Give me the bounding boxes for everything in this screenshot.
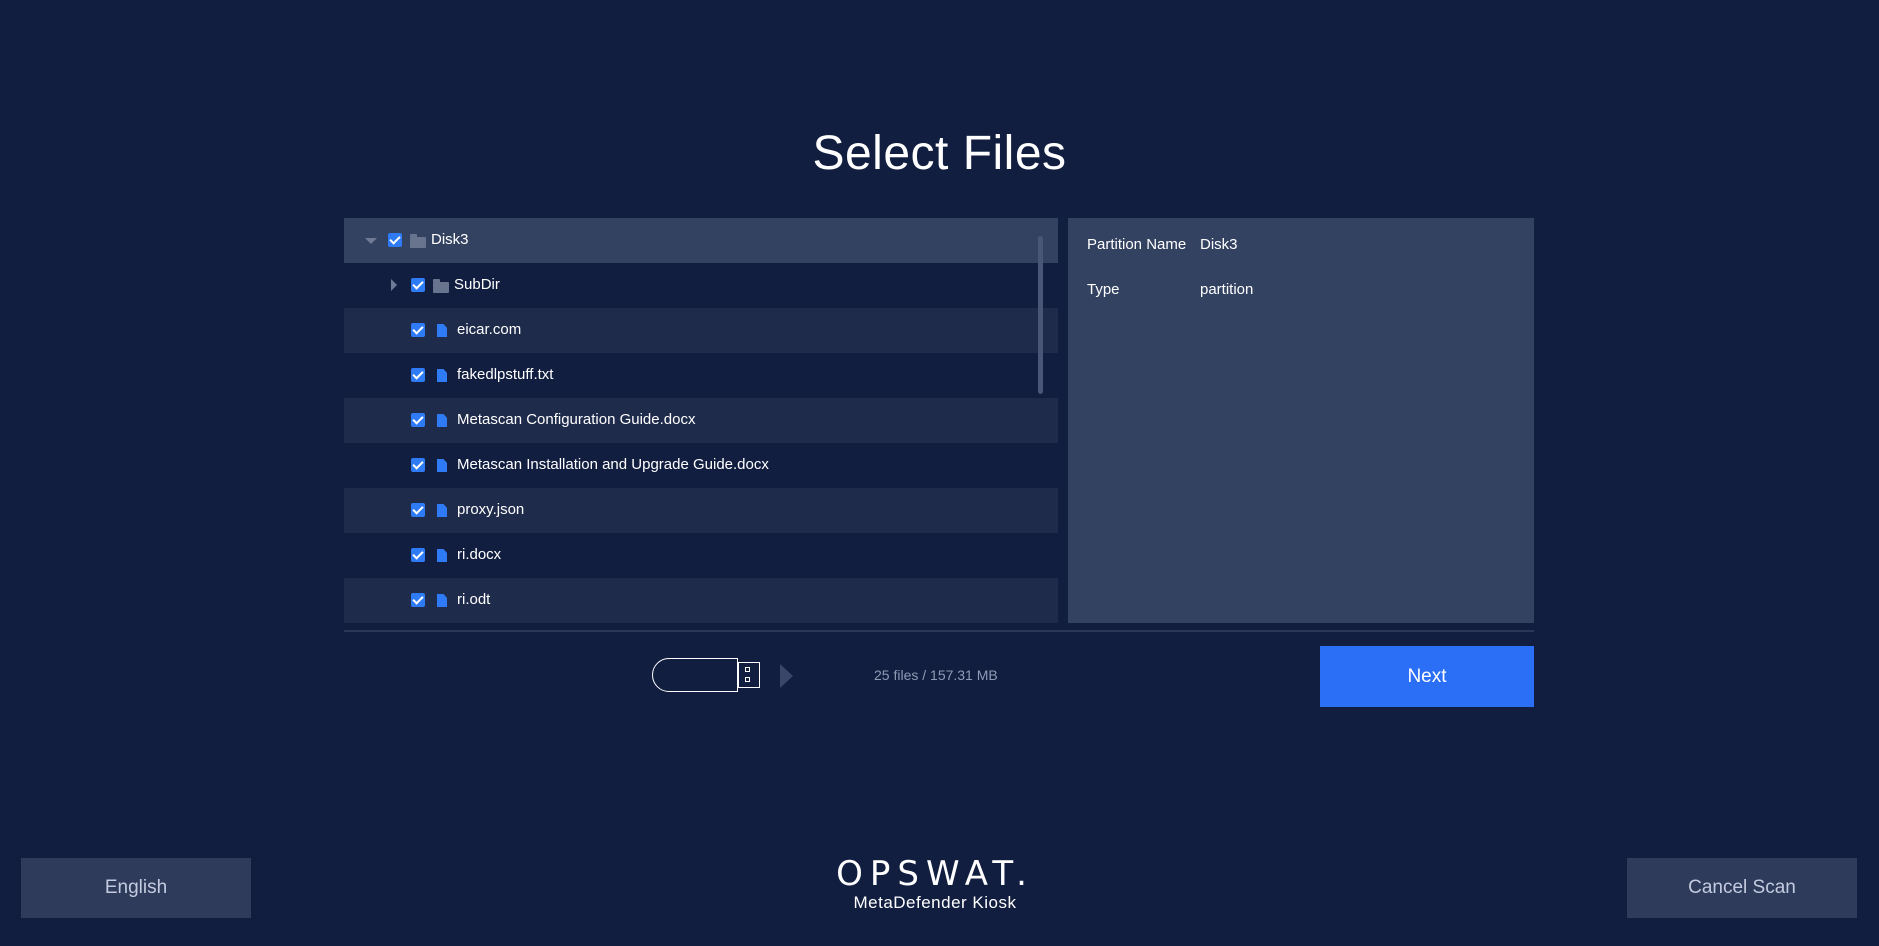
page-title: Select Files xyxy=(812,127,1067,180)
detail-value: Disk3 xyxy=(1200,236,1238,253)
file-count-summary: 25 files / 157.31 MB xyxy=(874,667,998,683)
checkbox-checked-icon[interactable] xyxy=(411,368,425,382)
detail-type: Type partition xyxy=(1087,281,1253,298)
checkbox-checked-icon[interactable] xyxy=(411,323,425,337)
tree-item-label: SubDir xyxy=(454,276,500,293)
caret-right-icon[interactable] xyxy=(391,279,397,291)
tree-item-label: ri.docx xyxy=(457,546,502,563)
tree-item-file[interactable]: ri.docx xyxy=(344,533,1058,578)
next-button[interactable]: Next xyxy=(1320,646,1534,707)
tree-item-disk3[interactable]: Disk3 xyxy=(344,218,1058,263)
tree-item-label: ri.odt xyxy=(457,591,491,608)
tree-item-label: proxy.json xyxy=(457,501,525,518)
file-icon xyxy=(437,369,447,382)
checkbox-checked-icon[interactable] xyxy=(411,593,425,607)
tree-item-file[interactable]: Metascan Installation and Upgrade Guide.… xyxy=(344,443,1058,488)
checkbox-checked-icon[interactable] xyxy=(411,503,425,517)
file-icon xyxy=(437,459,447,472)
tree-item-label: fakedlpstuff.txt xyxy=(457,366,554,383)
file-icon xyxy=(437,549,447,562)
cancel-scan-button[interactable]: Cancel Scan xyxy=(1627,858,1857,918)
tree-item-label: Metascan Installation and Upgrade Guide.… xyxy=(457,456,769,473)
tree-item-file[interactable]: proxy.json xyxy=(344,488,1058,533)
tree-item-subdir[interactable]: SubDir xyxy=(344,263,1058,308)
file-icon xyxy=(437,324,447,337)
arrow-right-icon xyxy=(780,664,793,688)
detail-key: Partition Name xyxy=(1087,236,1187,253)
detail-value: partition xyxy=(1200,281,1254,298)
file-tree[interactable]: Disk3 SubDir eicar.com fakedlpstuff.txt … xyxy=(344,218,1058,623)
opswat-logo: OPSWAT. MetaDefender Kiosk xyxy=(800,855,1070,913)
detail-key: Type xyxy=(1087,281,1120,298)
checkbox-checked-icon[interactable] xyxy=(411,548,425,562)
divider xyxy=(344,630,1534,632)
tree-scrollbar[interactable] xyxy=(1038,236,1043,394)
checkbox-checked-icon[interactable] xyxy=(411,413,425,427)
checkbox-checked-icon[interactable] xyxy=(411,458,425,472)
tree-item-file[interactable]: fakedlpstuff.txt xyxy=(344,353,1058,398)
language-button[interactable]: English xyxy=(21,858,251,918)
logo-text: OPSWAT. xyxy=(836,854,1034,894)
tree-item-file[interactable]: eicar.com xyxy=(344,308,1058,353)
checkbox-checked-icon[interactable] xyxy=(411,278,425,292)
tree-item-file[interactable]: Metascan Configuration Guide.docx xyxy=(344,398,1058,443)
tree-item-label: Metascan Configuration Guide.docx xyxy=(457,411,696,428)
select-files-page: Select Files Disk3 SubDir eicar.com fake xyxy=(0,0,1879,946)
tree-item-label: eicar.com xyxy=(457,321,522,338)
product-name: MetaDefender Kiosk xyxy=(853,893,1017,912)
folder-icon xyxy=(410,234,426,248)
caret-down-icon[interactable] xyxy=(365,238,377,244)
detail-partition-name: Partition Name Disk3 xyxy=(1087,236,1238,253)
file-icon xyxy=(437,504,447,517)
tree-item-label: Disk3 xyxy=(431,231,469,248)
file-icon xyxy=(437,594,447,607)
tree-item-file[interactable]: ri.odt xyxy=(344,578,1058,623)
file-icon xyxy=(437,414,447,427)
details-panel: Partition Name Disk3 Type partition xyxy=(1068,218,1534,623)
folder-icon xyxy=(433,279,449,293)
checkbox-checked-icon[interactable] xyxy=(388,233,402,247)
